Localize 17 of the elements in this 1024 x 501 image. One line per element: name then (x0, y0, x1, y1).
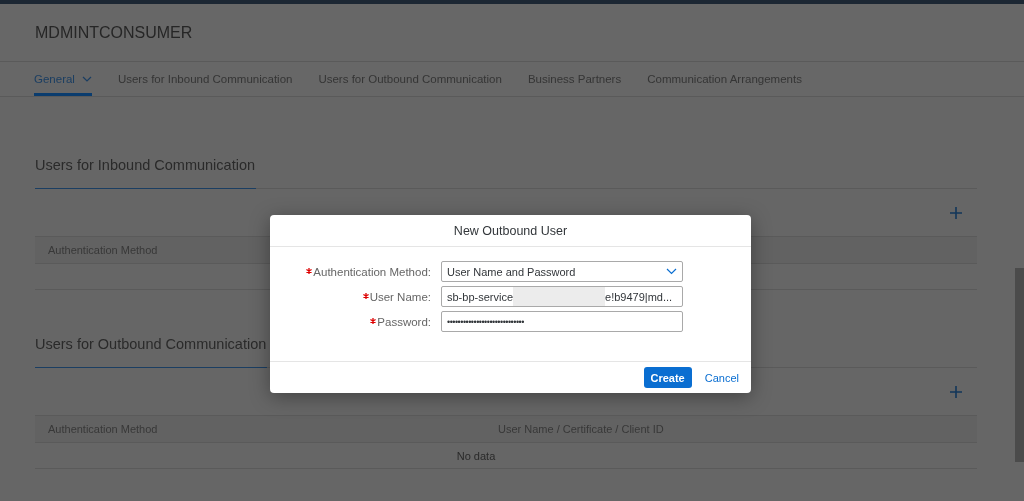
field-label: User Name: (270, 290, 431, 303)
input-field[interactable]: sb-bp-service e!b9479|md... (441, 286, 683, 307)
scrollbar[interactable] (1015, 268, 1024, 462)
create-button[interactable]: Create (643, 367, 692, 388)
section-title: Users for Outbound Communication (35, 334, 268, 368)
password-field[interactable]: ••••••••••••••••••••••••••••• (441, 311, 683, 332)
add-icon[interactable] (950, 206, 962, 219)
page-title: MDMINTCONSUMER (35, 23, 193, 42)
field-label: Authentication Method: (270, 265, 431, 278)
chevron-down-icon (666, 268, 677, 275)
dropdown-field[interactable]: User Name and Password (441, 261, 683, 282)
field-label: Password: (270, 315, 431, 328)
no-data-text: No data (456, 449, 496, 462)
section-title: Users for Inbound Communication (35, 155, 257, 189)
add-icon[interactable] (950, 385, 962, 398)
cancel-button[interactable]: Cancel (704, 371, 739, 384)
dialog-title: New Outbound User (453, 223, 568, 238)
